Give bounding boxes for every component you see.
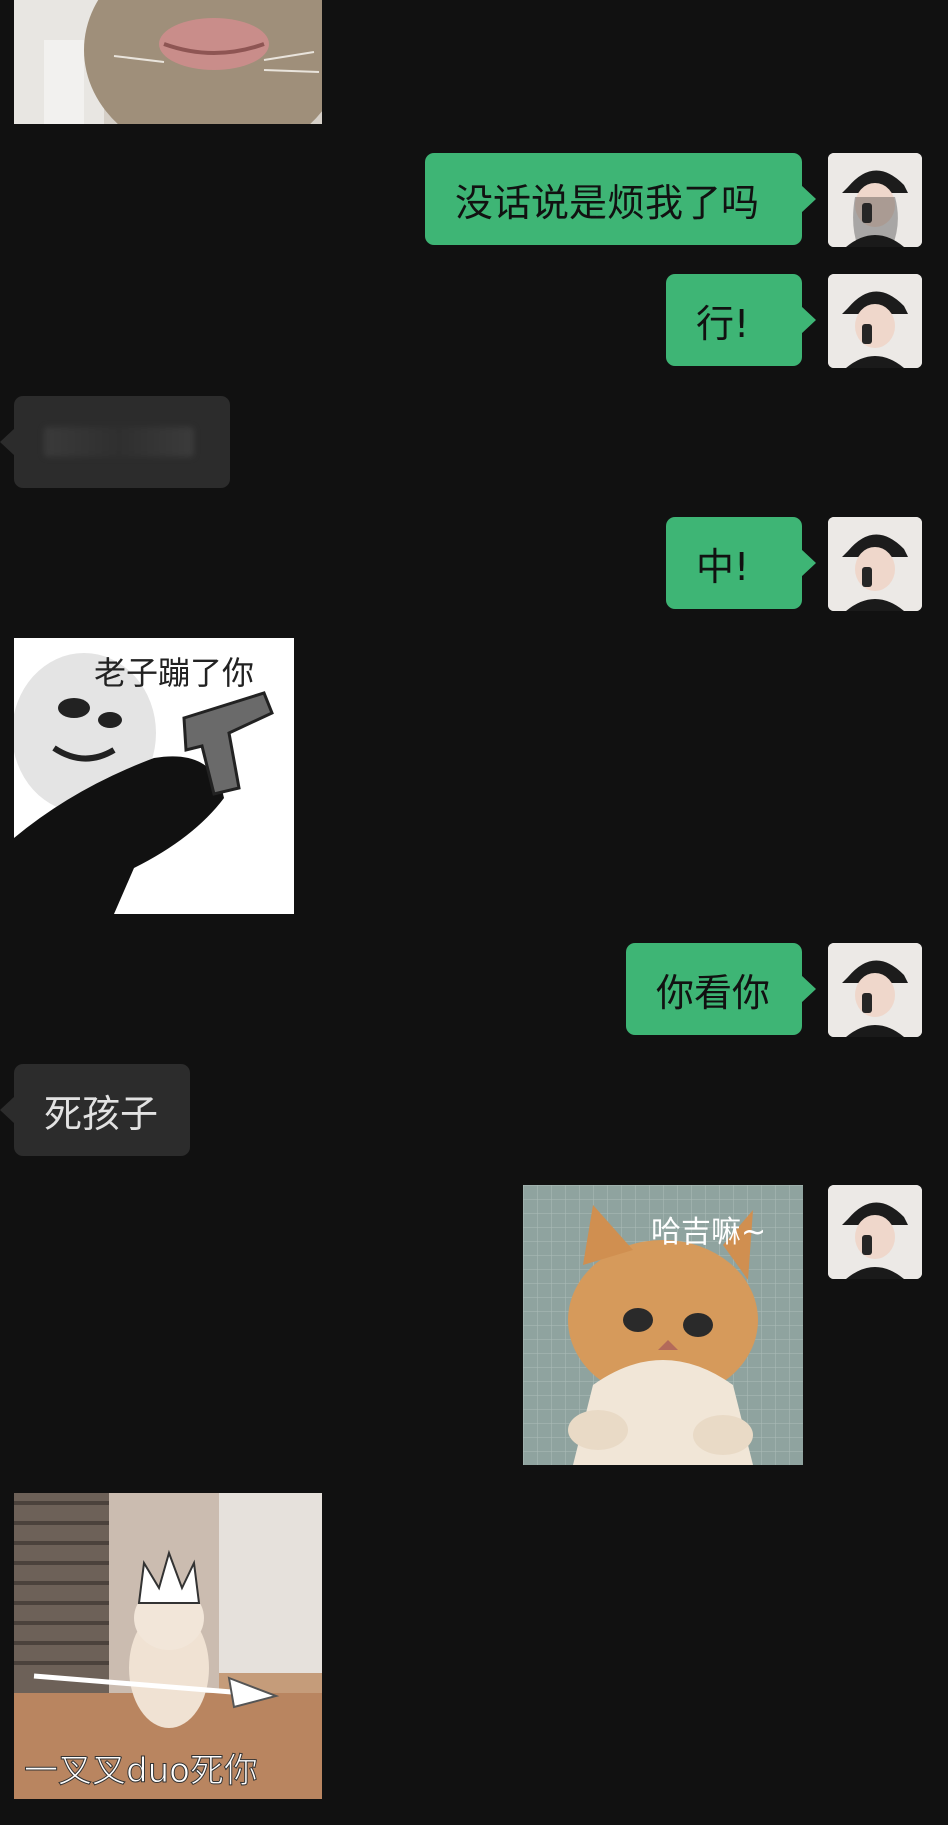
cat-lips-sticker-art — [14, 0, 322, 124]
message-text: 行! — [696, 301, 750, 346]
my-message-bubble[interactable]: 没话说是烦我了吗 — [425, 153, 816, 245]
my-avatar[interactable] — [828, 517, 922, 611]
my-message-bubble[interactable]: 行! — [666, 274, 816, 366]
their-message-bubble[interactable] — [0, 396, 230, 488]
cat-lips-sticker[interactable] — [14, 0, 322, 124]
my-avatar[interactable] — [828, 274, 922, 368]
their-message-bubble[interactable]: 死孩子 — [0, 1064, 190, 1156]
message-text: 没话说是烦我了吗 — [455, 180, 760, 225]
user-avatar-icon — [828, 943, 922, 1037]
orange-kitten-sticker[interactable]: 哈吉嘛~ — [523, 1185, 803, 1465]
sticker-caption: 哈吉嘛~ — [651, 1215, 767, 1250]
sticker-caption: 一叉叉duo死你 — [24, 1751, 259, 1792]
message-text: 中! — [696, 544, 750, 589]
user-avatar-icon — [828, 274, 922, 368]
my-avatar[interactable] — [828, 943, 922, 1037]
panda-gun-sticker[interactable]: 老子蹦了你 — [14, 638, 294, 914]
message-text: 死孩子 — [44, 1091, 159, 1136]
blurred-text — [44, 427, 194, 457]
user-avatar-icon — [828, 153, 922, 247]
message-text: 你看你 — [656, 970, 771, 1015]
sticker-caption: 老子蹦了你 — [94, 654, 255, 692]
spear-kitten-sticker[interactable]: 一叉叉duo死你 — [14, 1493, 322, 1799]
my-message-bubble[interactable]: 你看你 — [626, 943, 816, 1035]
my-message-bubble[interactable]: 中! — [666, 517, 816, 609]
user-avatar-icon — [828, 517, 922, 611]
my-avatar[interactable] — [828, 153, 922, 247]
my-avatar[interactable] — [828, 1185, 922, 1279]
user-avatar-icon — [828, 1185, 922, 1279]
